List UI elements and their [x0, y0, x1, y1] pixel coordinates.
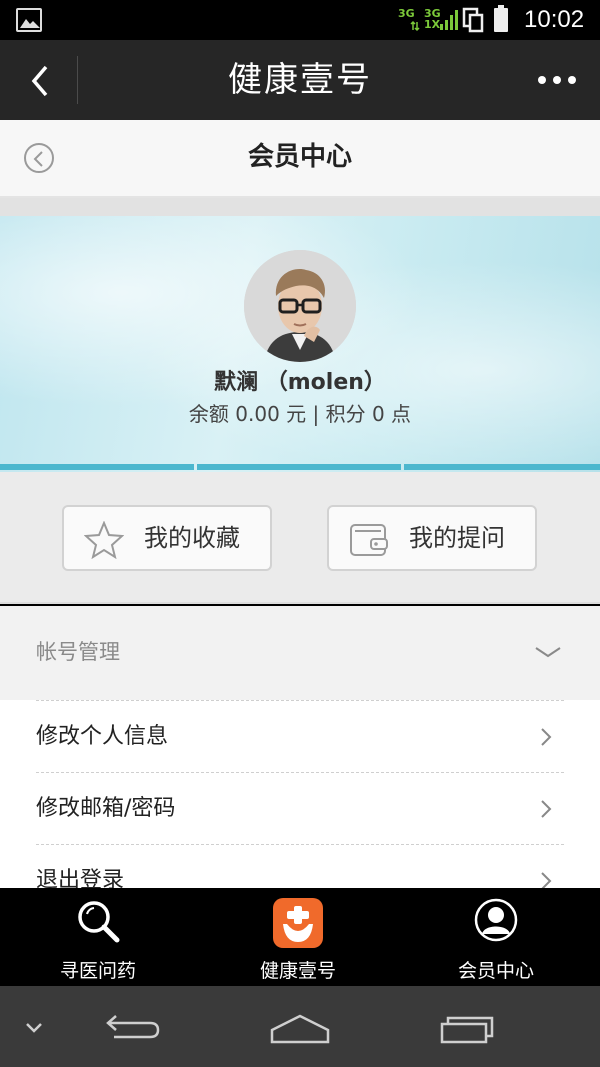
account-section-header[interactable]: 帐号管理	[0, 606, 600, 700]
signal-arrows-icon	[410, 20, 420, 32]
status-bar: 3G 3G 1X 10:02	[0, 0, 600, 40]
account-section-title: 帐号管理	[36, 640, 120, 664]
wallet-icon	[350, 524, 388, 556]
image-icon	[16, 8, 42, 32]
avatar[interactable]	[244, 250, 356, 362]
page-header: 会员中心	[0, 120, 600, 198]
banner-stripe	[404, 464, 600, 470]
banner-stripe	[0, 464, 194, 470]
my-questions-button[interactable]: 我的提问	[327, 505, 537, 571]
balance-info: 余额 0.00 元 | 积分 0 点	[188, 402, 412, 426]
recents-icon	[440, 1016, 494, 1044]
network-3g-label-2: 3G 1X	[424, 7, 441, 31]
home-logo-icon	[273, 898, 323, 948]
tab-label: 寻医问药	[59, 960, 136, 982]
list-item-label: 修改个人信息	[36, 724, 169, 749]
circle-back-icon	[33, 151, 43, 167]
account-menu: 修改个人信息 修改邮箱/密码 退出登录	[0, 700, 600, 888]
hide-nav-button[interactable]	[14, 986, 54, 1067]
system-home-button[interactable]	[268, 986, 332, 1067]
section-gap	[0, 198, 600, 216]
list-item-edit-email-password[interactable]: 修改邮箱/密码	[36, 772, 564, 844]
banner-stripe	[197, 464, 401, 470]
tab-search-medicine[interactable]: 寻医问药	[38, 888, 158, 986]
app-title: 健康壹号	[228, 60, 372, 100]
star-icon	[84, 521, 124, 559]
chevron-right-icon	[541, 872, 552, 888]
battery-icon	[494, 5, 508, 32]
copy-icon	[462, 7, 484, 33]
back-button[interactable]	[0, 40, 78, 120]
page-title: 会员中心	[247, 142, 352, 172]
chevron-down-icon	[26, 1023, 42, 1033]
chevron-left-icon	[31, 65, 48, 97]
my-favorites-label: 我的收藏	[144, 524, 240, 552]
profile-banner: 默澜 （molen） 余额 0.00 元 | 积分 0 点	[0, 216, 600, 472]
more-button[interactable]	[538, 73, 578, 87]
tab-label: 会员中心	[457, 960, 534, 982]
search-icon	[78, 901, 120, 943]
tab-member-center[interactable]: 会员中心	[436, 888, 556, 986]
chevron-right-icon	[541, 728, 552, 746]
user-name: 默澜 （molen）	[214, 370, 386, 395]
more-icon	[538, 76, 546, 84]
list-item-logout[interactable]: 退出登录	[36, 844, 564, 888]
actions-row: 我的收藏 我的提问	[0, 472, 600, 604]
status-clock: 10:02	[524, 6, 585, 33]
system-nav-bar	[0, 986, 600, 1067]
signal-icon	[440, 10, 458, 30]
tab-label: 健康壹号	[259, 960, 336, 982]
bottom-tab-bar: 寻医问药 健康壹号 会员中心	[0, 888, 600, 986]
avatar-photo	[244, 250, 356, 362]
back-arrow-icon	[106, 1015, 160, 1039]
list-item-label: 退出登录	[36, 868, 125, 888]
my-questions-label: 我的提问	[409, 524, 505, 552]
header-divider	[77, 56, 78, 104]
chevron-down-icon	[535, 647, 561, 658]
circle-back-button[interactable]	[24, 143, 54, 173]
system-back-button[interactable]	[100, 986, 166, 1067]
app-header: 健康壹号	[0, 40, 600, 120]
tab-health-home[interactable]: 健康壹号	[236, 888, 360, 986]
my-favorites-button[interactable]: 我的收藏	[62, 505, 272, 571]
system-recents-button[interactable]	[436, 986, 500, 1067]
network-1x-label: 1X	[424, 18, 441, 31]
chevron-right-icon	[541, 800, 552, 818]
user-icon	[474, 898, 518, 942]
list-item-label: 修改邮箱/密码	[36, 796, 176, 821]
list-item-edit-profile[interactable]: 修改个人信息	[36, 700, 564, 772]
home-icon	[270, 1014, 330, 1044]
